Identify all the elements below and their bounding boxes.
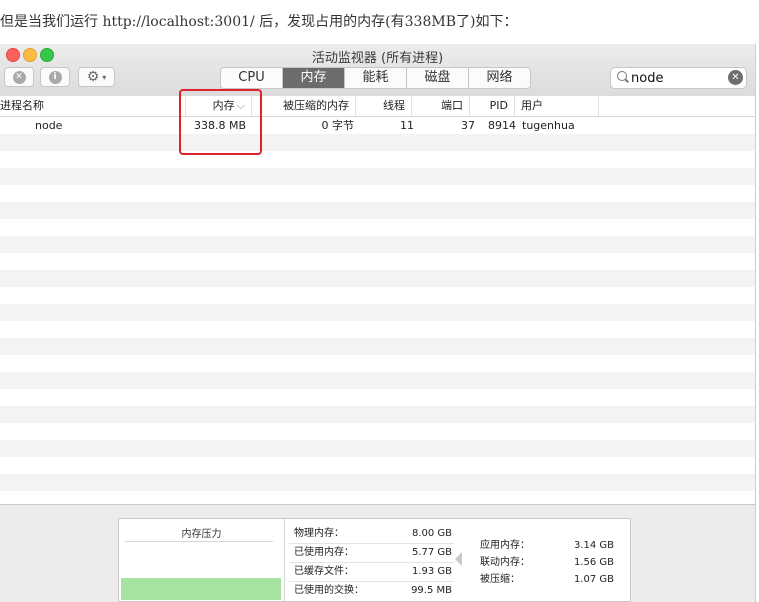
empty-row — [0, 474, 755, 491]
stat-value: 8.00 GB — [411, 528, 452, 539]
stat-value: 1.56 GB — [573, 557, 614, 568]
memory-pressure-section: 内存压力 — [119, 519, 285, 601]
column-memory-label: 内存 — [212, 99, 235, 112]
activity-monitor-window: 活动监视器 (所有进程) ✕ i ⚙ ▾ CPU 内存 能耗 磁盘 网络 ✕ 进… — [0, 44, 756, 602]
stat-value: 1.93 GB — [411, 566, 452, 577]
stat-label: 联动内存： — [480, 557, 530, 568]
column-user[interactable]: 用户 — [515, 96, 599, 116]
empty-row — [0, 151, 755, 168]
memory-summary-area: 内存压力 物理内存： 8.00 GB 已使用内存： 5.77 GB 已缓存文件：… — [0, 504, 755, 602]
inspect-process-button[interactable]: i — [40, 67, 70, 87]
empty-row — [0, 338, 755, 355]
empty-row — [0, 321, 755, 338]
memory-pressure-title: 内存压力 — [181, 529, 222, 540]
empty-row — [0, 219, 755, 236]
process-compressed-memory: 0 字节 — [321, 119, 355, 132]
stat-label: 已使用内存： — [294, 547, 354, 558]
process-name: node — [35, 119, 63, 132]
tab-cpu[interactable]: CPU — [221, 68, 283, 88]
stat-label: 应用内存： — [480, 540, 530, 551]
tab-disk[interactable]: 磁盘 — [407, 68, 469, 88]
empty-row — [0, 304, 755, 321]
search-input[interactable] — [631, 69, 723, 87]
empty-row — [0, 423, 755, 440]
column-threads[interactable]: 线程 — [356, 96, 412, 116]
stat-label: 物理内存： — [294, 528, 344, 539]
gear-icon: ⚙ — [86, 69, 100, 85]
chevron-down-icon: ▾ — [102, 72, 107, 82]
tab-energy[interactable]: 能耗 — [345, 68, 407, 88]
window-title: 活动监视器 (所有进程) — [311, 51, 444, 66]
stat-physical-memory: 物理内存： 8.00 GB — [289, 524, 454, 544]
process-memory: 338.8 MB — [193, 119, 246, 132]
empty-row — [0, 185, 755, 202]
clear-search-icon[interactable]: ✕ — [728, 70, 743, 85]
empty-row — [0, 372, 755, 389]
column-process-name[interactable]: 进程名称 — [0, 96, 186, 116]
stat-label: 被压缩： — [480, 574, 520, 585]
tab-memory[interactable]: 内存 — [283, 68, 345, 88]
stat-label: 已缓存文件： — [294, 566, 354, 577]
empty-row — [0, 168, 755, 185]
empty-row — [0, 440, 755, 457]
sort-descending-icon: ⌵ — [236, 99, 245, 112]
stat-value: 99.5 MB — [411, 585, 452, 596]
breakdown-app-memory: 应用内存： 3.14 GB — [480, 537, 618, 554]
empty-row — [0, 287, 755, 304]
stat-label: 已使用的交换： — [294, 585, 364, 596]
empty-row — [0, 457, 755, 474]
process-threads: 11 — [400, 119, 414, 132]
breakdown-wired-memory: 联动内存： 1.56 GB — [480, 554, 618, 571]
article-caption: 但是当我们运行 http://localhost:3001/ 后，发现占用的内存… — [0, 14, 518, 30]
stat-cached-files: 已缓存文件： 1.93 GB — [289, 562, 454, 582]
title-bar: 活动监视器 (所有进程) ✕ i ⚙ ▾ CPU 内存 能耗 磁盘 网络 ✕ — [0, 44, 755, 97]
column-pid[interactable]: PID — [470, 96, 515, 116]
process-list: node 338.8 MB 0 字节 11 37 8914 tugenhua — [0, 117, 755, 504]
info-icon: i — [48, 70, 62, 84]
column-compressed-memory[interactable]: 被压缩的内存 — [252, 96, 356, 116]
view-tabs: CPU 内存 能耗 磁盘 网络 — [220, 67, 531, 89]
stat-value: 1.07 GB — [573, 574, 614, 585]
empty-row — [0, 389, 755, 406]
column-header: 进程名称 内存 ⌵ 被压缩的内存 线程 端口 PID 用户 — [0, 96, 755, 117]
empty-row — [0, 270, 755, 287]
search-field: ✕ — [610, 67, 747, 89]
search-icon — [617, 71, 627, 81]
stat-value: 3.14 GB — [573, 540, 614, 551]
stat-memory-used: 已使用内存： 5.77 GB — [289, 543, 454, 563]
breakdown-pointer — [455, 552, 462, 566]
breakdown-compressed: 被压缩： 1.07 GB — [480, 571, 618, 588]
tab-network[interactable]: 网络 — [469, 68, 530, 88]
empty-row — [0, 355, 755, 372]
empty-row — [0, 253, 755, 270]
memory-pressure-graph — [121, 578, 281, 600]
action-menu-button[interactable]: ⚙ ▾ — [78, 67, 115, 87]
process-pid: 8914 — [488, 119, 516, 132]
table-row[interactable]: node 338.8 MB 0 字节 11 37 8914 tugenhua — [0, 117, 755, 134]
empty-row — [0, 134, 755, 151]
process-user: tugenhua — [522, 119, 575, 132]
column-ports[interactable]: 端口 — [412, 96, 470, 116]
stop-process-button[interactable]: ✕ — [4, 67, 34, 87]
pressure-divider — [125, 541, 273, 542]
stat-value: 5.77 GB — [411, 547, 452, 558]
empty-row — [0, 406, 755, 423]
column-memory[interactable]: 内存 ⌵ — [186, 96, 252, 116]
memory-panel: 内存压力 物理内存： 8.00 GB 已使用内存： 5.77 GB 已缓存文件：… — [118, 518, 631, 602]
empty-row — [0, 202, 755, 219]
stop-process-icon: ✕ — [12, 70, 26, 84]
empty-row — [0, 236, 755, 253]
stat-swap-used: 已使用的交换： 99.5 MB — [289, 581, 454, 600]
process-ports: 37 — [461, 119, 475, 132]
